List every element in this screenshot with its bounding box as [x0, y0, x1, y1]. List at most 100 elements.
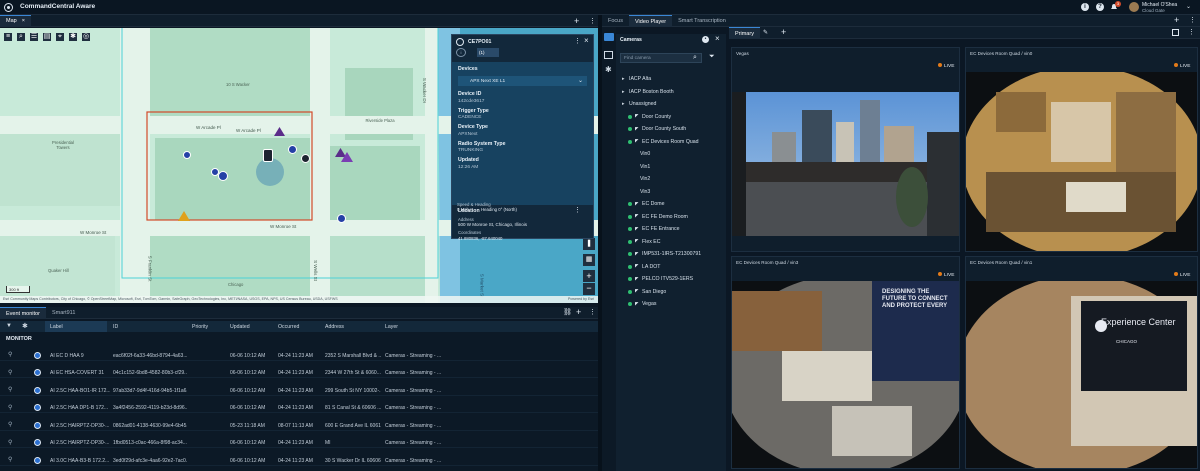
camera-tree-item[interactable]: Vin2 — [616, 173, 726, 185]
column-header[interactable]: ID — [113, 324, 118, 330]
video-tile[interactable]: EC Devices Room Quad / vin0 LIVE — [965, 47, 1198, 252]
camera-tree-item[interactable]: Vin3 — [616, 186, 726, 198]
more-icon[interactable]: ⋮ — [589, 308, 596, 316]
table-row[interactable]: ⚲ AI 2.5C HAIRPTZ-DP30-... 1fbd0513-c0ac-4… — [0, 438, 598, 448]
list-icon[interactable]: ▤ — [43, 33, 51, 41]
camera-settings-icon[interactable]: • — [702, 36, 709, 43]
pin-icon[interactable]: ⚲ — [8, 421, 12, 428]
card-close-icon[interactable]: × — [584, 36, 589, 45]
tab-event-monitor[interactable]: Event monitor — [0, 306, 46, 319]
filter-icon[interactable]: ⏷ — [709, 53, 715, 61]
edit-icon[interactable]: ✎ — [763, 29, 768, 36]
more-icon[interactable]: ⋮ — [1188, 28, 1195, 36]
tab-map[interactable]: Map × — [0, 14, 31, 27]
camera-tree-item[interactable]: Vin0 — [616, 148, 726, 160]
camera-tree-item[interactable]: ▸ IACP Boston Booth — [616, 86, 726, 98]
video-tile[interactable]: EC Devices Room Quad / vin3 LIVE DESIGNI… — [731, 256, 960, 469]
pin-icon[interactable]: ⚲ — [8, 456, 12, 463]
table-row[interactable]: ⚲ AI 2.5C HAIRPTZ-DP30-... 0862ad01-4138-4… — [0, 420, 598, 431]
camera-tree-item[interactable]: ◤ IMP531-1IRS-T21300791 — [616, 248, 726, 260]
camera-tree-item[interactable]: ◤ EC FE Entrance — [616, 223, 726, 235]
table-row[interactable]: ⚲ AI 2.5C HAA DP1-B 172... 3a4f2456-2592-4… — [0, 403, 598, 413]
tab-smart-transcription[interactable]: Smart Transcription — [672, 15, 732, 27]
info-icon[interactable]: i — [456, 48, 466, 57]
add-tab-icon[interactable]: + — [576, 307, 581, 317]
column-header[interactable]: Address — [325, 324, 344, 330]
add-tab-icon[interactable]: + — [574, 16, 579, 26]
bookmark-icon[interactable]: ❚ — [583, 238, 595, 250]
settings-icon[interactable]: ✱ — [69, 33, 77, 41]
camera-marker-icon[interactable] — [337, 214, 346, 223]
search-icon[interactable]: ⌕ — [17, 33, 25, 41]
expand-chevron-icon[interactable]: ▸ — [622, 76, 625, 82]
tab-devices[interactable]: (1) — [477, 48, 499, 57]
close-icon[interactable]: × — [715, 34, 720, 43]
expand-chevron-icon[interactable]: ▸ — [622, 101, 625, 107]
card-more-icon[interactable]: ⋮ — [574, 37, 581, 45]
basemap-icon[interactable]: ▦ — [583, 254, 595, 266]
camera-tree-item[interactable]: Vin1 — [616, 161, 726, 173]
column-header[interactable]: Occurred — [278, 324, 299, 330]
add-tab-icon[interactable]: + — [1174, 15, 1179, 25]
filter-icon[interactable]: ☰ — [30, 33, 38, 41]
filter-icon[interactable]: ▼ — [6, 323, 12, 329]
tab-smart911[interactable]: Smart911 — [46, 307, 81, 319]
settings-icon[interactable]: ✱ — [22, 322, 28, 330]
user-menu-chevron-icon[interactable]: ⌄ — [1186, 3, 1191, 10]
camera-tree-item[interactable]: ◤ LA DOT — [616, 261, 726, 273]
target-icon[interactable]: ◎ — [82, 33, 90, 41]
video-tile[interactable]: Vegas LIVE — [731, 47, 960, 252]
zoom-in-button[interactable]: + — [583, 270, 595, 282]
pin-icon[interactable]: ⚲ — [8, 369, 12, 376]
pin-icon[interactable]: ⌖ — [56, 33, 64, 41]
video-tile[interactable]: EC Devices Room Quad / vin1 LIVE Experie… — [965, 256, 1198, 469]
table-row[interactable]: ⚲ AI EC HSA-COVERT 31 04c1c152-6bd8-4582-8… — [0, 368, 598, 378]
camera-tree-item[interactable]: ◤ EC FE Demo Room — [616, 211, 726, 223]
add-tab-icon[interactable]: + — [781, 27, 786, 37]
pin-icon[interactable]: ⚲ — [8, 351, 12, 358]
layout-icon[interactable] — [1172, 29, 1179, 36]
table-row[interactable]: ⚲ AI EC D HAA 9 eac6f02f-6a33-46bd-8794-4a… — [0, 350, 598, 361]
video-camera-icon[interactable] — [604, 33, 614, 41]
table-row[interactable]: ⚲ AI 3.0C HAA-B3-B 172.2... 3ed0f29d-afc3e… — [0, 455, 598, 466]
search-icon[interactable]: ⌕ — [693, 54, 697, 62]
close-icon[interactable]: × — [22, 15, 25, 27]
column-header[interactable]: Priority — [192, 324, 208, 330]
camera-tree-item[interactable]: ◤ PELCO ITV529-1ERS — [616, 273, 726, 285]
more-icon[interactable]: ⋮ — [1189, 16, 1196, 24]
camera-marker-icon[interactable] — [288, 145, 297, 154]
unit-marker-icon[interactable] — [301, 154, 310, 163]
layers-icon[interactable]: ≡ — [4, 33, 12, 41]
table-row[interactable]: ⚲ AI 2.5C HAA-BO1-IR 172... 97ab33d7-9d4f-… — [0, 385, 598, 396]
expand-chevron-icon[interactable]: ▸ — [622, 89, 625, 95]
camera-tree-item[interactable]: ▸ IACP Alta — [616, 73, 726, 85]
camera-tree-item[interactable]: ◤ EC Dome — [616, 198, 726, 210]
camera-tree-item[interactable]: ◤ Door County — [616, 111, 726, 123]
pin-icon[interactable]: ⚲ — [8, 386, 12, 393]
column-header[interactable]: Updated — [230, 324, 250, 330]
tab-primary[interactable]: Primary — [729, 26, 760, 39]
pin-icon[interactable]: ⚲ — [8, 439, 12, 446]
tab-focus[interactable]: Focus — [602, 15, 629, 27]
more-icon[interactable]: ⋮ — [589, 17, 596, 25]
location-more-icon[interactable]: ⋮ — [574, 206, 581, 214]
tab-video-player[interactable]: Video Player — [628, 14, 673, 27]
camera-search-input[interactable]: Find camera ⌕ — [620, 53, 702, 63]
unit-marker-icon[interactable] — [183, 151, 191, 159]
info-icon[interactable]: i — [1081, 3, 1089, 11]
camera-tree-item[interactable]: ◤ Flex EC — [616, 236, 726, 248]
camera-tree-item[interactable]: ◤ San Diego — [616, 286, 726, 298]
camera-tree-item[interactable]: ◤ EC Devices Room Quad — [616, 136, 726, 148]
pin-icon[interactable]: ⚲ — [8, 404, 12, 411]
column-header[interactable]: Layer — [385, 324, 398, 330]
camera-tree-item[interactable]: ◤ Door County South — [616, 123, 726, 135]
camera-tree-item[interactable]: ◤ Vegas — [616, 298, 726, 310]
help-icon[interactable]: ? — [1096, 3, 1104, 11]
radio-device-marker-icon[interactable] — [263, 149, 273, 162]
camera-marker-icon[interactable] — [218, 171, 228, 181]
calendar-icon[interactable] — [604, 51, 613, 59]
zoom-out-button[interactable]: − — [583, 283, 595, 295]
column-header[interactable]: Label — [50, 324, 63, 330]
user-avatar[interactable] — [1129, 2, 1139, 12]
settings-icon[interactable]: ✱ — [605, 65, 612, 74]
